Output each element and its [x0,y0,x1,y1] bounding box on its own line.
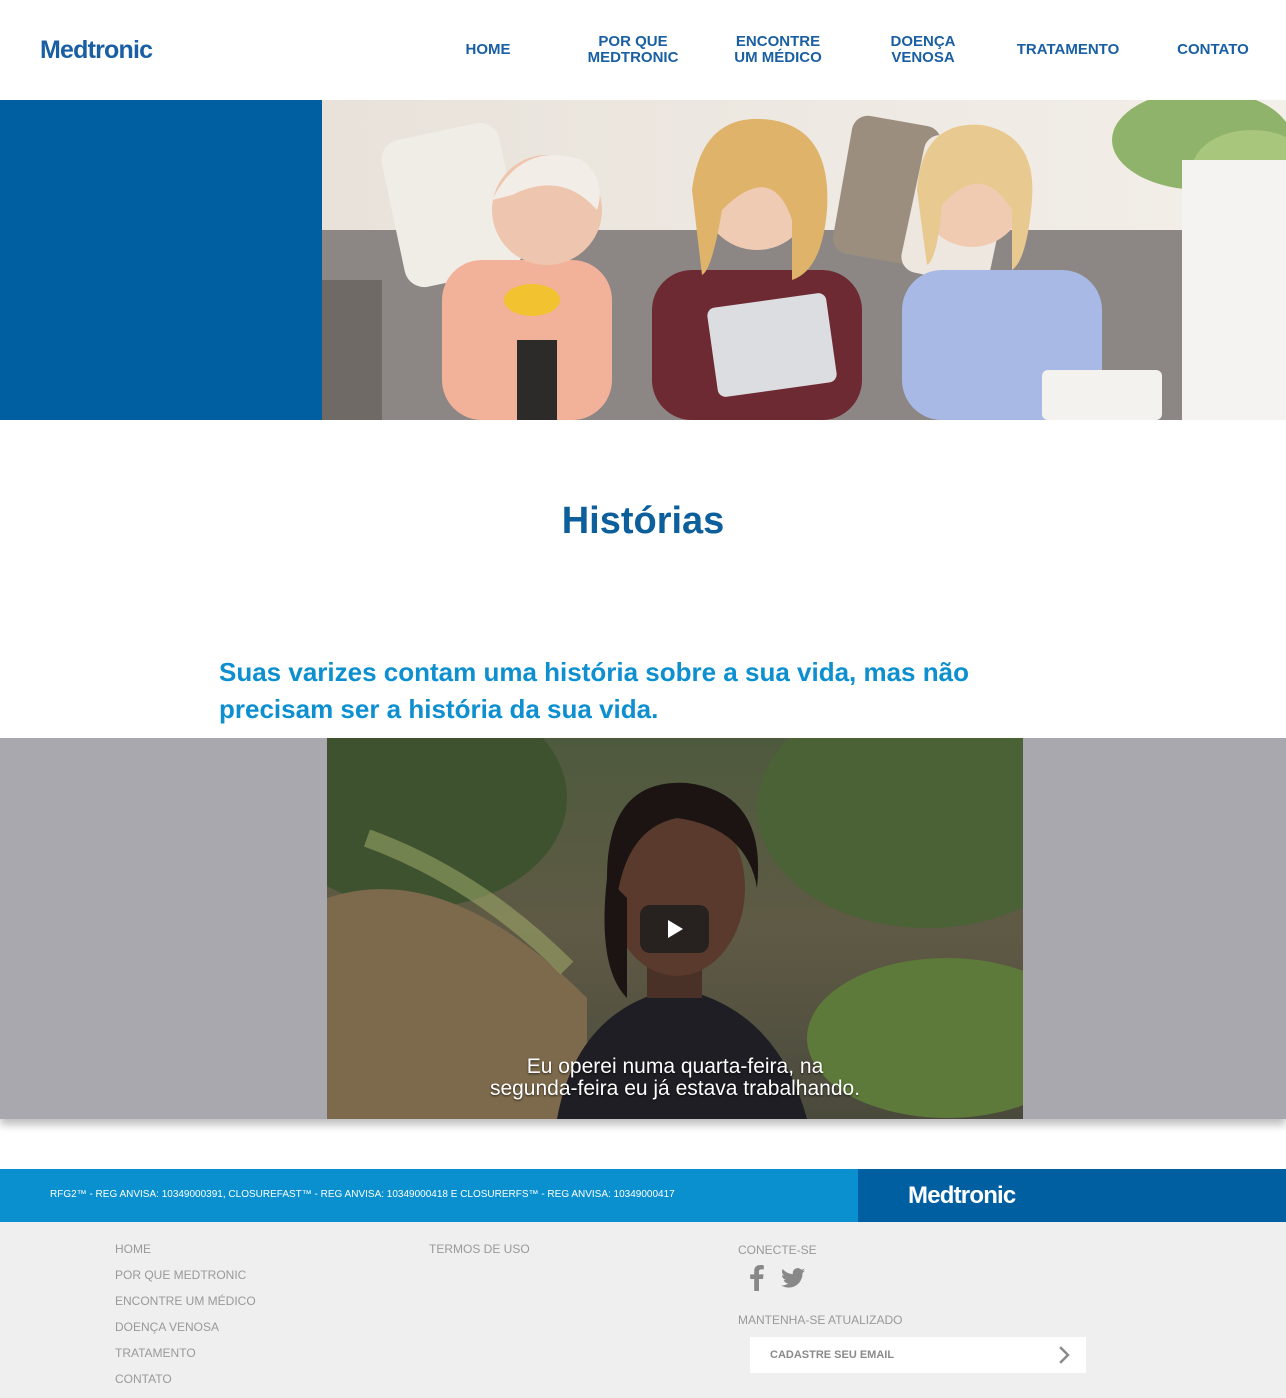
email-submit-button[interactable] [1052,1343,1076,1367]
newsletter-heading: MANTENHA-SE ATUALIZADO [738,1313,903,1327]
hero-color-block [0,100,322,420]
video-caption: Eu operei numa quarta-feira, na segunda-… [327,1056,1023,1100]
footer-registration-bar: RFG2™ - REG ANVISA: 10349000391, CLOSURE… [0,1169,858,1222]
footer-medtronic-logo[interactable]: Medtronic [908,1182,1016,1210]
nav-contato[interactable]: CONTATO [1163,0,1263,100]
connect-heading: CONECTE-SE [738,1243,817,1257]
nav-por-que-medtronic[interactable]: POR QUE MEDTRONIC [578,0,688,100]
footer-link-doenca-venosa[interactable]: DOENÇA VENOSA [115,1320,219,1334]
twitter-link[interactable] [781,1264,805,1292]
facebook-link[interactable] [750,1264,764,1292]
footer-link-termos-de-uso[interactable]: TERMOS DE USO [429,1242,530,1256]
page-title: Histórias [561,500,725,542]
nav-tratamento[interactable]: TRATAMENTO [1008,0,1128,100]
footer [0,1222,1286,1398]
video-caption-line-1: Eu operei numa quarta-feira, na [526,1055,824,1078]
hero-photo-illustration [322,100,1286,420]
video-caption-line-2: segunda-feira eu já estava trabalhando. [489,1077,861,1100]
play-button[interactable] [640,905,709,953]
chevron-right-icon [1059,1346,1070,1364]
twitter-icon [781,1268,805,1288]
page-subtitle: Suas varizes contam uma história sobre a… [219,657,969,724]
nav-doenca-venosa[interactable]: DOENÇA VENOSA [868,0,978,100]
newsletter-form [750,1337,1086,1373]
hero-photo [322,100,1286,420]
footer-link-tratamento[interactable]: TRATAMENTO [115,1346,196,1360]
footer-link-home[interactable]: HOME [115,1242,151,1256]
email-input[interactable] [750,1337,1046,1373]
footer-link-encontre-um-medico[interactable]: ENCONTRE UM MÉDICO [115,1294,256,1308]
medtronic-logo[interactable]: Medtronic [40,36,153,65]
play-icon [667,920,683,938]
nav-encontre-um-medico[interactable]: ENCONTRE UM MÉDICO [723,0,833,100]
site-header: Medtronic HOME POR QUE MEDTRONIC ENCONTR… [0,0,1286,100]
footer-link-por-que-medtronic[interactable]: POR QUE MEDTRONIC [115,1268,246,1282]
facebook-icon [750,1265,764,1291]
registration-text: RFG2™ - REG ANVISA: 10349000391, CLOSURE… [50,1189,675,1200]
footer-logo-block: Medtronic [858,1169,1286,1222]
video-player[interactable]: Eu operei numa quarta-feira, na segunda-… [327,738,1023,1119]
footer-link-contato[interactable]: CONTATO [115,1372,172,1386]
nav-home[interactable]: HOME [448,0,528,100]
video-section: Eu operei numa quarta-feira, na segunda-… [0,738,1286,1119]
